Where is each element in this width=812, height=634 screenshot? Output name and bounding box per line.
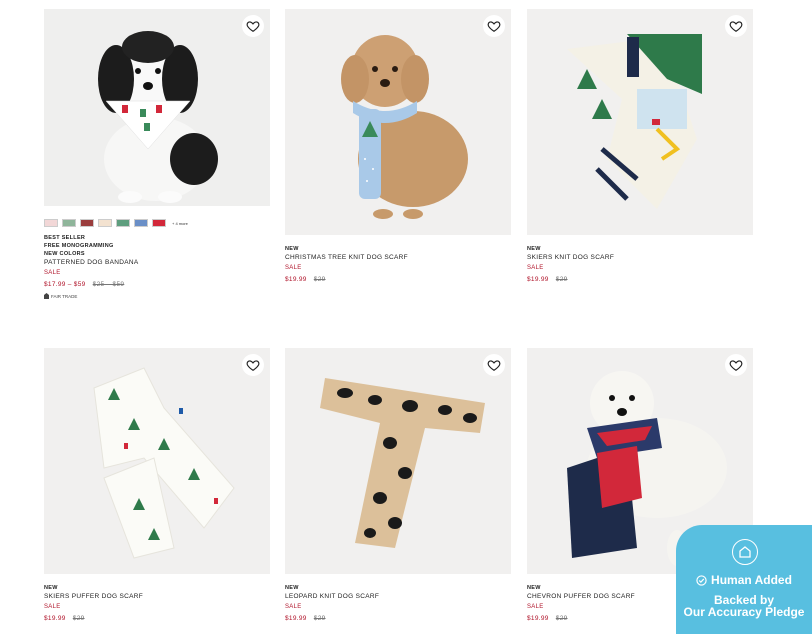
sale-price: $19.99 (285, 276, 307, 283)
product-tag: FREE MONOGRAMMING (44, 243, 114, 249)
sale-label: SALE (527, 265, 544, 271)
original-price: $29 (555, 615, 568, 622)
product-name[interactable]: SKIERS KNIT DOG SCARF (527, 253, 753, 263)
price: $19.99 $29 (44, 613, 270, 625)
product-image[interactable] (285, 9, 511, 235)
original-price: $29 (313, 615, 326, 622)
product-tag: NEW (44, 585, 58, 591)
color-swatch[interactable] (98, 219, 112, 227)
color-swatch[interactable] (44, 219, 58, 227)
product-tag: BEST SELLER (44, 235, 86, 241)
badge-subtitle: Our Accuracy Pledge (683, 605, 805, 619)
sale-price: $19.99 (285, 615, 307, 622)
product-image[interactable] (44, 9, 270, 206)
favorite-heart-icon[interactable] (483, 15, 505, 37)
favorite-heart-icon[interactable] (242, 354, 264, 376)
color-swatch[interactable] (80, 219, 94, 227)
price: $19.99 $29 (285, 613, 511, 625)
color-swatch[interactable] (116, 219, 130, 227)
accuracy-pledge-badge[interactable]: Human Added Backed by Our Accuracy Pledg… (676, 525, 812, 634)
product-card[interactable]: NEW LEOPARD KNIT DOG SCARF SALE $19.99 $… (285, 348, 511, 625)
favorite-heart-icon[interactable] (725, 354, 747, 376)
sale-price: $17.99 – $59 (44, 281, 86, 288)
product-tag: NEW (527, 246, 541, 252)
product-card[interactable]: + 4 more BEST SELLER FREE MONOGRAMMING N… (44, 9, 270, 299)
product-image[interactable] (44, 348, 270, 574)
price: $19.99 $29 (527, 274, 753, 286)
product-tag: NEW COLORS (44, 251, 85, 257)
original-price: $25 – $59 (92, 281, 125, 288)
product-tag: NEW (285, 585, 299, 591)
product-image[interactable] (285, 348, 511, 574)
favorite-heart-icon[interactable] (483, 354, 505, 376)
color-swatch[interactable] (62, 219, 76, 227)
sale-price: $19.99 (44, 615, 66, 622)
product-card[interactable]: NEW SKIERS PUFFER DOG SCARF SALE $19.99 … (44, 348, 270, 625)
color-swatch[interactable] (152, 219, 166, 227)
sale-price: $19.99 (527, 615, 549, 622)
sale-label: SALE (44, 604, 61, 610)
favorite-heart-icon[interactable] (242, 15, 264, 37)
original-price: $29 (313, 276, 326, 283)
sale-price: $19.99 (527, 276, 549, 283)
product-name[interactable]: LEOPARD KNIT DOG SCARF (285, 592, 511, 602)
fair-trade-label: FAIR TRADE (44, 293, 270, 299)
original-price: $29 (555, 276, 568, 283)
home-chat-icon (732, 539, 758, 565)
price: $19.99 $29 (285, 274, 511, 286)
product-image[interactable] (527, 9, 753, 235)
sale-label: SALE (285, 604, 302, 610)
sale-label: SALE (285, 265, 302, 271)
more-colors-link[interactable]: + 4 more (172, 221, 188, 226)
product-card[interactable]: NEW CHRISTMAS TREE KNIT DOG SCARF SALE $… (285, 9, 511, 286)
badge-title: Human Added (711, 573, 792, 587)
price: $17.99 – $59 $25 – $59 (44, 279, 270, 291)
original-price: $29 (72, 615, 85, 622)
favorite-heart-icon[interactable] (725, 15, 747, 37)
product-name[interactable]: SKIERS PUFFER DOG SCARF (44, 592, 270, 602)
product-name[interactable]: CHRISTMAS TREE KNIT DOG SCARF (285, 253, 511, 263)
product-tag: NEW (285, 246, 299, 252)
product-name[interactable]: PATTERNED DOG BANDANA (44, 258, 270, 268)
color-swatch[interactable] (134, 219, 148, 227)
product-card[interactable]: NEW SKIERS KNIT DOG SCARF SALE $19.99 $2… (527, 9, 753, 286)
sale-label: SALE (44, 270, 61, 276)
color-swatches: + 4 more (44, 218, 270, 228)
check-circle-icon (696, 574, 707, 586)
fair-trade-icon (44, 293, 49, 299)
